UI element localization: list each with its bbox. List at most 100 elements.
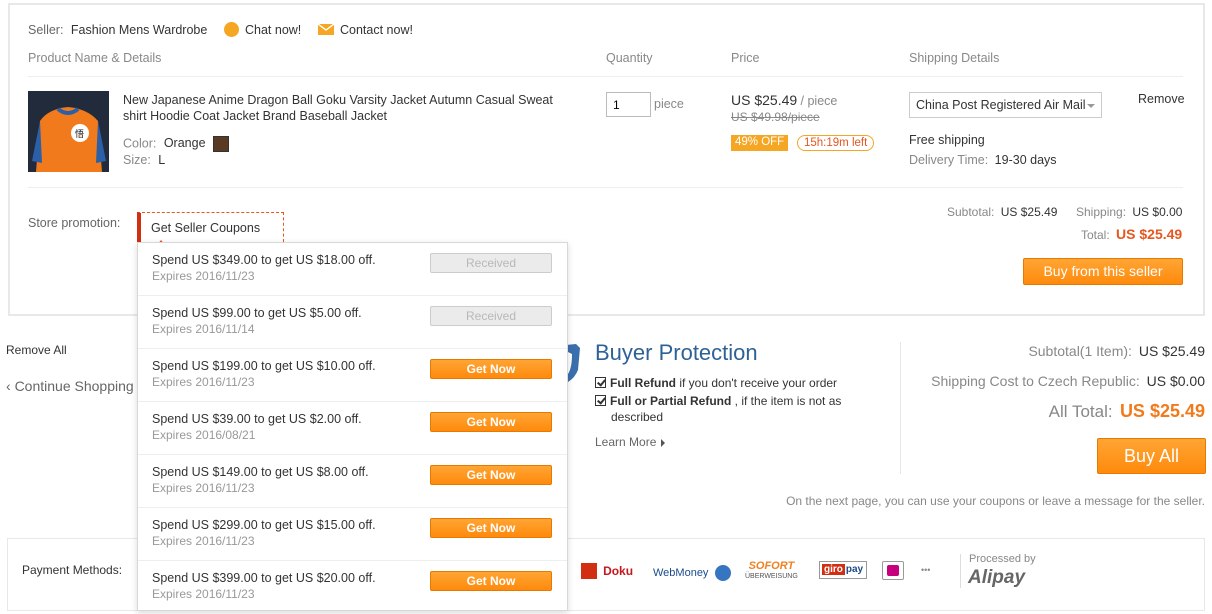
quantity-input[interactable] <box>606 92 651 117</box>
coupon-title: Spend US $99.00 to get US $5.00 off. <box>152 306 362 320</box>
coupon-expiry: Expires 2016/11/23 <box>152 269 255 283</box>
coupon-received-button: Received <box>430 306 552 326</box>
chevron-left-icon: ‹ <box>6 378 11 394</box>
shipping-method-value: China Post Registered Air Mail <box>916 98 1086 112</box>
cart-shipping-label: Shipping Cost to Czech Republic: <box>931 373 1140 389</box>
seller-label-text: Seller: <box>28 23 64 37</box>
mail-icon <box>318 24 334 35</box>
color-swatch <box>213 136 230 152</box>
delivery-time: Delivery Time: 19-30 days <box>909 153 1057 167</box>
coupon-list-panel: Spend US $349.00 to get US $18.00 off. E… <box>137 242 568 611</box>
seller-name-link[interactable]: Fashion Mens Wardrobe <box>71 23 207 37</box>
chevron-right-icon <box>661 438 666 447</box>
product-title-link[interactable]: New Japanese Anime Dragon Ball Goku Vars… <box>123 92 553 124</box>
protection-item-2-line2: described <box>611 410 664 424</box>
shipping-method-select[interactable]: China Post Registered Air Mail <box>909 92 1102 118</box>
size-label: Size: <box>123 153 151 167</box>
column-header-product: Product Name & Details <box>28 51 162 65</box>
seller-total-label: Total: <box>1081 228 1110 242</box>
protection-item-1-text: if you don't receive your order <box>676 376 838 390</box>
protection-item-1: Full Refund if you don't receive your or… <box>595 376 837 390</box>
protection-item-2-bold: Full or Partial Refund <box>610 394 732 408</box>
coupon-expiry: Expires 2016/11/23 <box>152 534 255 548</box>
column-header-quantity: Quantity <box>606 51 653 65</box>
free-shipping-text: Free shipping <box>909 133 985 147</box>
seller-total: Total: US $25.49 <box>1081 226 1182 242</box>
coupon-title: Spend US $39.00 to get US $2.00 off. <box>152 412 362 426</box>
coupon-row: Spend US $149.00 to get US $8.00 off. Ex… <box>138 455 567 508</box>
column-header-price: Price <box>731 51 760 65</box>
seller-total-value: US $25.49 <box>1116 226 1183 242</box>
processed-by-label: Processed by <box>969 553 1036 565</box>
delivery-value: 19-30 days <box>994 153 1057 167</box>
coupon-title: Spend US $149.00 to get US $8.00 off. <box>152 465 369 479</box>
svg-text:悟: 悟 <box>75 128 84 140</box>
coupon-title: Spend US $299.00 to get US $15.00 off. <box>152 518 376 532</box>
buy-from-seller-button[interactable]: Buy from this seller <box>1023 258 1183 285</box>
coupon-row: Spend US $99.00 to get US $5.00 off. Exp… <box>138 296 567 349</box>
cart-subtotal-label: Subtotal(1 Item): <box>1028 343 1132 359</box>
divider <box>900 342 901 474</box>
remove-item-link[interactable]: Remove <box>1138 92 1185 106</box>
giropay-label-a: giro <box>822 564 845 575</box>
column-header-shipping: Shipping Details <box>909 51 1000 65</box>
coupon-get-now-button[interactable]: Get Now <box>430 465 552 485</box>
product-size: Size: L <box>123 153 165 167</box>
color-label: Color: <box>123 136 157 151</box>
divider <box>28 187 1183 188</box>
seller-shipping: Shipping: US $0.00 <box>1076 205 1182 219</box>
payment-methods-label: Payment Methods: <box>22 563 123 577</box>
coupon-row: Spend US $349.00 to get US $18.00 off. E… <box>138 243 567 296</box>
coupon-title: Spend US $349.00 to get US $18.00 off. <box>152 253 376 267</box>
delivery-label: Delivery Time: <box>909 153 989 167</box>
product-title-line2: shirt Hoodie Coat Jacket Brand Baseball … <box>123 109 388 123</box>
coupon-row: Spend US $199.00 to get US $10.00 off. E… <box>138 349 567 402</box>
remove-all-link[interactable]: Remove All <box>6 343 67 357</box>
coupon-received-button: Received <box>430 253 552 273</box>
original-price: US $49.98/piece <box>731 110 820 124</box>
more-methods-icon: ••• <box>921 565 931 575</box>
coupon-get-now-button[interactable]: Get Now <box>430 518 552 538</box>
quantity-unit: piece <box>654 97 684 111</box>
doku-logo: Doku <box>581 563 633 579</box>
get-seller-coupons-dropdown[interactable]: Get Seller Coupons <box>137 212 284 246</box>
alipay-logo: Alipay <box>968 567 1026 588</box>
seller-shipping-value: US $0.00 <box>1132 205 1183 219</box>
cart-total-value: US $25.49 <box>1119 401 1205 421</box>
coupon-title: Spend US $399.00 to get US $20.00 off. <box>152 571 376 585</box>
continue-shopping-link[interactable]: ‹ Continue Shopping <box>6 378 134 394</box>
checkout-note: On the next page, you can use your coupo… <box>786 494 1205 508</box>
cart-total: All Total: US $25.49 <box>1049 401 1205 422</box>
buy-all-button[interactable]: Buy All <box>1097 438 1206 474</box>
coupon-get-now-button[interactable]: Get Now <box>430 571 552 591</box>
giropay-label-b: pay <box>845 564 864 575</box>
sofort-label: SOFORT <box>748 560 795 572</box>
cart-total-label: All Total: <box>1048 402 1113 421</box>
coupon-expiry: Expires 2016/08/21 <box>152 428 256 442</box>
continue-shopping-label: Continue Shopping <box>14 378 134 394</box>
product-thumbnail[interactable]: 悟 <box>28 91 109 172</box>
price-unit: / piece <box>800 94 838 108</box>
cart-subtotal: Subtotal(1 Item): US $25.49 <box>1028 343 1205 359</box>
seller-subtotal-value: US $25.49 <box>1000 205 1058 219</box>
sofort-logo: SOFORT ÜBERWEISUNG <box>745 560 798 581</box>
chat-icon <box>224 22 239 37</box>
coupon-row: Spend US $399.00 to get US $20.00 off. E… <box>138 561 567 614</box>
learn-more-link[interactable]: Learn More <box>595 435 666 449</box>
cart-shipping: Shipping Cost to Czech Republic: US $0.0… <box>931 373 1205 389</box>
seller-label: Seller: Fashion Mens Wardrobe <box>28 23 207 37</box>
timer-badge: 15h:19m left <box>797 135 875 151</box>
jacket-image: 悟 <box>28 91 109 172</box>
webmoney-label: WebMoney <box>653 566 709 579</box>
protection-item-2-text: , if the item is not as <box>731 394 842 408</box>
coupon-row: Spend US $299.00 to get US $15.00 off. E… <box>138 508 567 561</box>
webmoney-logo: WebMoney <box>653 565 731 581</box>
product-color: Color: Orange <box>123 136 230 152</box>
coupon-get-now-button[interactable]: Get Now <box>430 412 552 432</box>
coupon-get-now-button[interactable]: Get Now <box>430 359 552 379</box>
chat-now-label: Chat now! <box>245 23 302 37</box>
coupon-expiry: Expires 2016/11/23 <box>152 587 255 601</box>
coupon-row: Spend US $39.00 to get US $2.00 off. Exp… <box>138 402 567 455</box>
check-icon <box>595 377 606 388</box>
divider <box>960 554 961 588</box>
